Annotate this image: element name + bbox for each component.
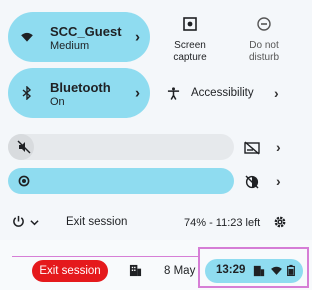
do-not-disturb-label-2: disturb xyxy=(248,52,279,63)
shelf-exit-session-button[interactable]: Exit session xyxy=(32,260,108,282)
wifi-icon xyxy=(271,266,282,275)
apartment-building-icon xyxy=(129,264,142,277)
do-not-disturb-icon xyxy=(257,17,271,31)
chevron-right-icon[interactable]: › xyxy=(276,173,281,189)
accessibility-label: Accessibility xyxy=(191,87,254,99)
settings-gear-icon[interactable] xyxy=(273,215,287,229)
status-area-button[interactable]: 13:29 xyxy=(205,259,303,283)
quick-settings-panel: SCC_Guest Medium › Screen capture Do not… xyxy=(0,0,312,240)
volume-muted-icon[interactable] xyxy=(17,140,31,154)
exit-session-link[interactable]: Exit session xyxy=(66,216,127,228)
chevron-right-icon[interactable]: › xyxy=(276,139,281,155)
battery-status: 74% - 11:23 left xyxy=(184,217,261,229)
accessibility-row[interactable]: Accessibility › xyxy=(165,84,305,104)
do-not-disturb-tile[interactable]: Do not disturb xyxy=(242,16,286,64)
wifi-network-name: SCC_Guest xyxy=(50,24,122,39)
shelf-time: 13:29 xyxy=(216,264,246,276)
accessibility-icon xyxy=(167,87,180,100)
enterprise-icon xyxy=(253,265,265,277)
wifi-icon xyxy=(21,32,33,42)
chevron-right-icon[interactable]: › xyxy=(135,29,140,46)
chevron-right-icon[interactable]: › xyxy=(135,85,140,102)
do-not-disturb-label-1: Do not xyxy=(249,40,279,51)
screen-capture-tile[interactable]: Screen capture xyxy=(170,16,210,64)
night-light-icon[interactable] xyxy=(244,175,260,189)
battery-icon xyxy=(287,264,295,277)
wifi-strength: Medium xyxy=(50,40,90,52)
power-menu-button[interactable] xyxy=(12,214,44,230)
screen-capture-label-2: capture xyxy=(173,52,207,63)
live-caption-icon[interactable] xyxy=(244,141,260,155)
annotation-line xyxy=(12,256,198,257)
screen-capture-icon xyxy=(183,17,197,31)
chevron-right-icon: › xyxy=(274,85,279,101)
volume-slider[interactable] xyxy=(8,134,234,160)
chevron-down-icon xyxy=(30,220,39,226)
brightness-icon xyxy=(18,175,30,187)
bluetooth-tile[interactable]: Bluetooth On › xyxy=(8,68,150,118)
brightness-slider[interactable] xyxy=(8,168,234,194)
screen-capture-label-1: Screen xyxy=(174,40,206,51)
power-icon xyxy=(13,215,24,227)
bluetooth-icon xyxy=(22,86,32,100)
wifi-tile[interactable]: SCC_Guest Medium › xyxy=(8,12,150,62)
shelf-date[interactable]: 8 May xyxy=(164,265,195,277)
bluetooth-label: Bluetooth xyxy=(50,80,111,95)
bluetooth-state: On xyxy=(50,96,65,108)
